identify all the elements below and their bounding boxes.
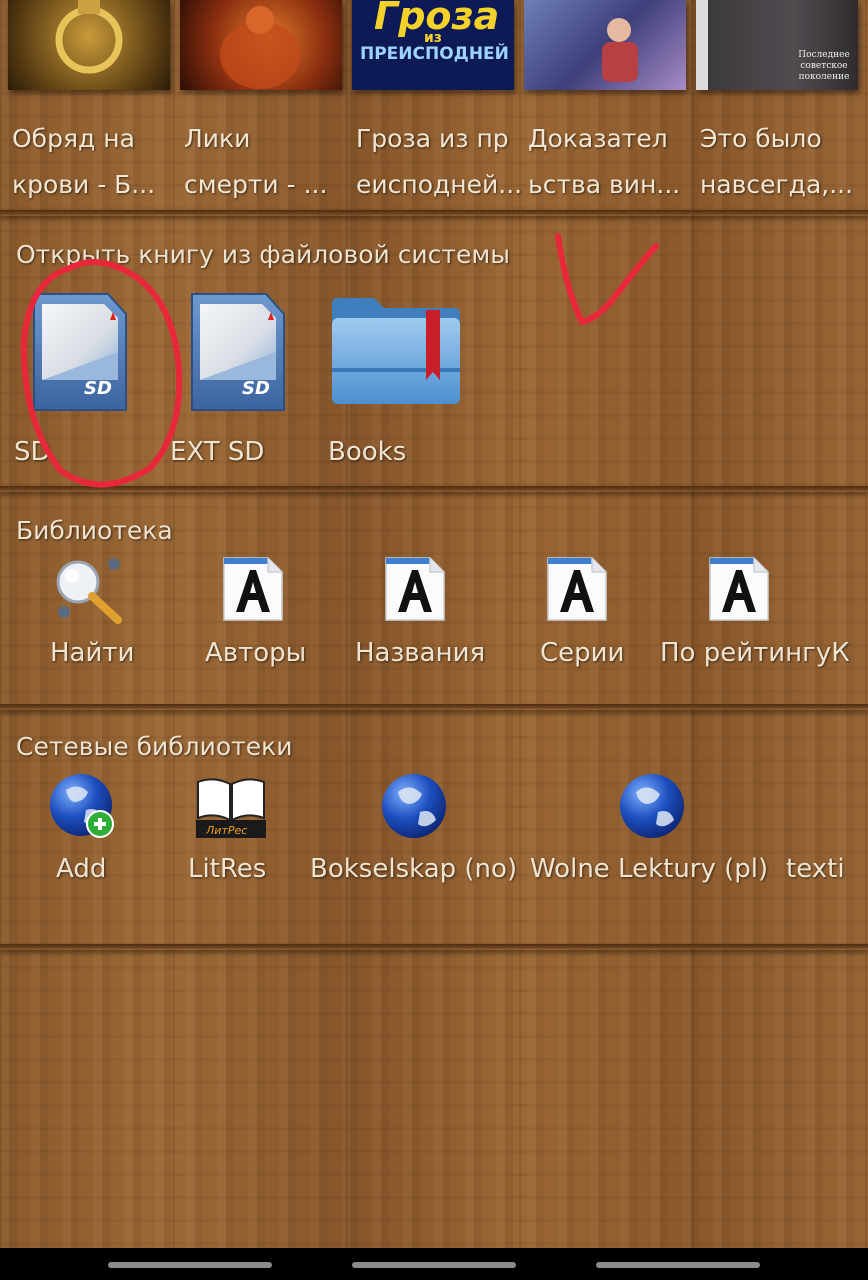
font-file-icon [385,557,445,621]
globe-add-icon [50,774,114,838]
filesystem-item-ext-sd[interactable]: SD [188,290,288,416]
shelf-divider [0,704,868,710]
library-item-series[interactable] [546,556,608,626]
book-title: Гроза из пр еисподней... [356,124,523,199]
litres-book-icon: ЛитРес [196,778,266,838]
library-item-label: Серии [540,638,625,668]
annotation-checkmark [555,233,659,326]
network-item-wolne-lektury[interactable] [618,772,686,844]
book-cover: Последнее советское поколение [696,0,858,90]
sd-card-label: SD [84,378,112,399]
door-knocker-icon [55,0,123,74]
recent-book-3[interactable]: Гроза из Преисподней Гроза из пр еисподн… [344,0,523,205]
book-cover [524,0,686,90]
figure-icon [602,18,638,82]
nav-recents-handle[interactable] [596,1262,760,1268]
library-item-by-rating[interactable] [708,556,770,626]
section-title-filesystem: Открыть книгу из файловой системы [16,240,510,269]
cover-text: Последнее советское поколение [798,50,850,82]
book-title: Доказател ьства вин... [528,124,681,199]
shelf-divider [0,944,868,950]
network-item-label: Add [56,854,107,884]
nav-back-handle[interactable] [108,1262,272,1268]
filesystem-item-sd[interactable]: SD [30,290,130,416]
filesystem-item-books[interactable] [330,294,462,406]
network-item-label: LitRes [188,854,267,884]
library-item-search[interactable] [52,556,128,626]
recent-book-2[interactable]: Лики смерти - ... [172,0,342,205]
network-item-label: Wolne Lektury (pl) [530,854,769,884]
globe-icon [382,774,446,838]
muscle-figure-icon [220,6,300,89]
globe-icon [620,774,684,838]
search-icon [56,558,122,624]
library-item-label: По рейтингуК [660,638,850,668]
book-cover [8,0,170,90]
sd-card-icon: SD [191,293,285,411]
library-item-authors[interactable] [222,556,284,626]
filesystem-item-label: SD [14,437,51,467]
library-item-label: Авторы [205,638,307,668]
recent-book-4[interactable]: Доказател ьства вин... [516,0,686,205]
network-item-litres[interactable]: ЛитРес [196,776,266,842]
library-item-titles[interactable] [384,556,446,626]
book-title: Лики смерти - ... [184,124,328,199]
system-navigation-bar [0,1248,868,1280]
section-title-library: Библиотека [16,516,173,545]
shelf-divider [0,210,868,216]
font-file-icon [709,557,769,621]
library-item-label: Найти [50,638,135,668]
font-file-icon [223,557,283,621]
shelf-divider [0,486,868,492]
folder-bookmark-icon [332,298,460,404]
cover-text: Преисподней [360,44,509,64]
network-item-texti[interactable]: texti [786,854,868,884]
filesystem-item-label: Books [328,437,407,467]
book-title: Это было навсегда,... [700,124,854,199]
book-cover: Гроза из Преисподней [352,0,514,90]
library-item-label: Названия [355,638,486,668]
nav-home-handle[interactable] [352,1262,516,1268]
font-file-icon [547,557,607,621]
network-item-add[interactable] [48,772,118,846]
filesystem-item-label: EXT SD [170,437,265,467]
book-cover [180,0,342,90]
recent-book-5[interactable]: Последнее советское поколение Это было н… [688,0,858,205]
sd-card-label: SD [242,378,270,399]
network-item-bokselskap[interactable] [380,772,448,844]
sd-card-icon: SD [33,293,127,411]
book-title: Обряд на крови - Б... [12,124,156,199]
litres-logo-text: ЛитРес [205,824,247,837]
network-item-label: Bokselskap (no) [310,854,518,884]
section-title-network: Сетевые библиотеки [16,732,293,761]
recent-book-1[interactable]: Обряд на крови - Б... [0,0,170,205]
